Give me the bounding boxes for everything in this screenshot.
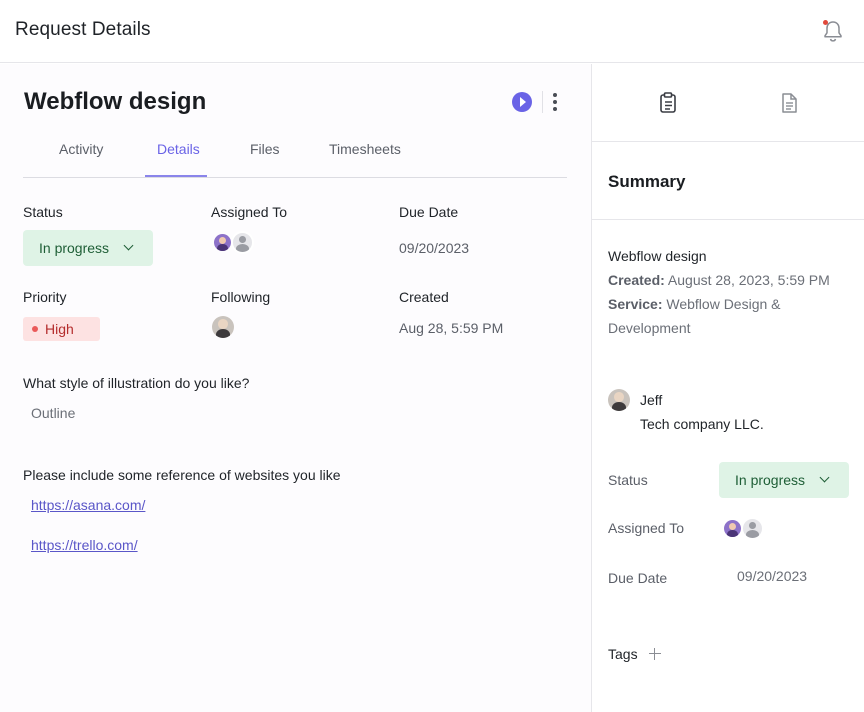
question-text: What style of illustration do you like? (23, 375, 250, 391)
status-value: In progress (735, 472, 806, 488)
assigned-to-label: Assigned To (211, 204, 288, 220)
status-value: In progress (39, 240, 110, 256)
top-bar: Request Details (0, 0, 864, 63)
summary-header: Summary (592, 142, 864, 220)
play-icon[interactable] (512, 92, 532, 112)
document-icon[interactable] (776, 90, 802, 116)
tab-timesheets[interactable]: Timesheets (329, 141, 401, 157)
active-tab-indicator (145, 175, 207, 177)
status-label: Status (23, 204, 63, 220)
reference-link[interactable]: https://trello.com/ (31, 537, 138, 553)
page-title: Request Details (15, 19, 151, 40)
tab-details[interactable]: Details (157, 141, 200, 157)
summary-sidebar: Summary Webflow design Created: August 2… (592, 64, 864, 712)
question-text: Please include some reference of website… (23, 467, 341, 483)
avatar[interactable] (608, 389, 630, 411)
sidebar-due-date-label: Due Date (608, 570, 668, 586)
clipboard-icon[interactable] (655, 90, 681, 116)
priority-label: Priority (23, 289, 67, 305)
tags-label: Tags (608, 646, 638, 662)
due-date-value[interactable]: 09/20/2023 (399, 240, 469, 256)
sidebar-due-date-value[interactable]: 09/20/2023 (737, 564, 807, 588)
chevron-down-icon (819, 472, 830, 483)
summary-title: Summary (608, 172, 686, 191)
client-company: Tech company LLC. (640, 416, 764, 432)
created-label: Created (399, 289, 449, 305)
notification-dot (823, 20, 828, 25)
summary-created: Created: August 28, 2023, 5:59 PM (608, 268, 858, 292)
due-date-label: Due Date (399, 204, 459, 220)
avatar[interactable] (212, 316, 234, 338)
priority-badge[interactable]: High (23, 317, 100, 341)
status-dropdown[interactable]: In progress (23, 230, 153, 266)
sidebar-assigned-label: Assigned To (608, 520, 685, 536)
avatar[interactable] (214, 234, 231, 251)
divider (542, 91, 543, 113)
tab-files[interactable]: Files (250, 141, 280, 157)
sidebar-status-label: Status (608, 472, 648, 488)
request-title: Webflow design (24, 88, 207, 115)
summary-request-name: Webflow design (608, 248, 707, 264)
avatar-placeholder[interactable] (231, 231, 254, 254)
add-tag-icon[interactable] (649, 648, 661, 660)
priority-value: High (45, 321, 74, 337)
service-key: Service: (608, 296, 663, 312)
sidebar-status-dropdown[interactable]: In progress (719, 462, 849, 498)
tab-activity[interactable]: Activity (59, 141, 103, 157)
summary-service: Service: Webflow Design & Development (608, 292, 844, 340)
created-key: Created: (608, 272, 665, 288)
avatar[interactable] (724, 520, 741, 537)
following-label: Following (211, 289, 271, 305)
avatar-placeholder[interactable] (741, 517, 764, 540)
main-panel: Webflow design Activity Details Files Ti… (0, 64, 591, 712)
more-options-icon[interactable] (548, 90, 562, 114)
priority-dot (32, 326, 38, 332)
client-name: Jeff (640, 392, 663, 408)
reference-link[interactable]: https://asana.com/ (31, 497, 145, 513)
chevron-down-icon (123, 240, 134, 251)
answer-text: Outline (31, 405, 76, 421)
created-value: Aug 28, 5:59 PM (399, 320, 504, 336)
sidebar-tab-bar (592, 64, 864, 142)
created-value: August 28, 2023, 5:59 PM (667, 272, 830, 288)
tab-bar: Activity Details Files Timesheets (23, 134, 567, 178)
